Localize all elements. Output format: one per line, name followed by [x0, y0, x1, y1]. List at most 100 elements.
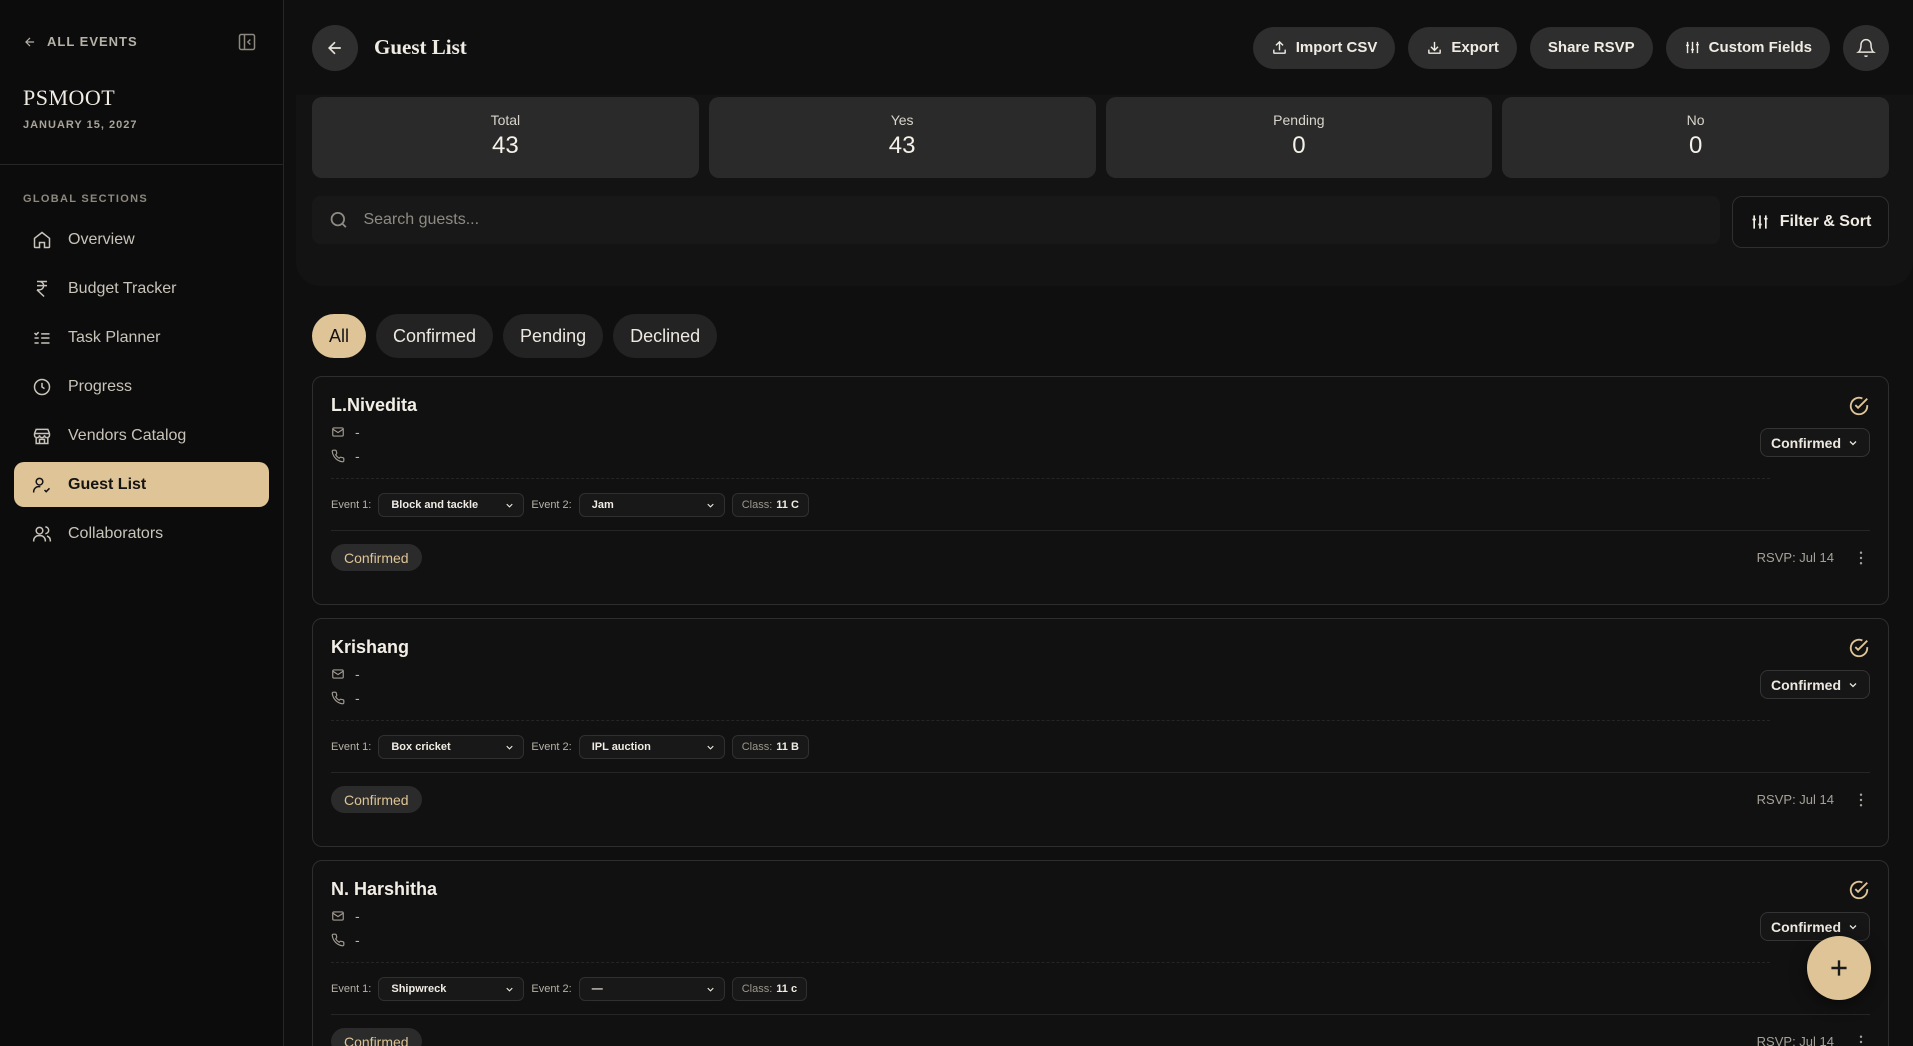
guest-phone: - — [331, 932, 1870, 948]
status-dropdown[interactable]: Confirmed — [1760, 670, 1870, 699]
divider — [331, 1014, 1870, 1015]
notifications-button[interactable] — [1843, 24, 1889, 71]
sidebar-item-label: Guest List — [68, 475, 147, 493]
filter-sort-button[interactable]: Filter & Sort — [1732, 196, 1889, 248]
all-events-label: ALL EVENTS — [47, 34, 138, 49]
class-value: 11 B — [776, 741, 799, 753]
mail-icon — [332, 911, 344, 921]
search-box — [312, 196, 1720, 244]
arrow-left-icon — [25, 37, 35, 46]
back-button[interactable] — [312, 24, 358, 71]
event2-select[interactable]: IPL auction — [578, 735, 725, 759]
tab-declined[interactable]: Declined — [613, 314, 718, 358]
tab-pending[interactable]: Pending — [503, 314, 604, 358]
rsvp-date: RSVP: Jul 14 — [1756, 1034, 1834, 1046]
class-pill: Class: 11 c — [731, 977, 808, 1001]
event1-label: Event 1: — [331, 983, 372, 995]
all-events-link[interactable]: ALL EVENTS — [23, 34, 260, 49]
event2-select[interactable]: Jam — [578, 493, 725, 517]
divider — [331, 962, 1770, 963]
status-tabs: All Confirmed Pending Declined — [312, 314, 1889, 358]
sidebar-nav: Overview Budget Tracker Task Planner Pro… — [0, 217, 283, 556]
event2-value: IPL auction — [591, 741, 651, 753]
search-input[interactable] — [363, 211, 1720, 229]
sidebar-item-label: Task Planner — [68, 328, 161, 346]
sidebar-item-collaborators[interactable]: Collaborators — [14, 511, 269, 556]
guest-phone: - — [331, 448, 1870, 464]
filter-sort-label: Filter & Sort — [1779, 213, 1872, 230]
users-icon — [32, 525, 52, 541]
event-date: JANUARY 15, 2027 — [23, 119, 138, 131]
status-dropdown[interactable]: Confirmed — [1760, 428, 1870, 457]
class-label: Class: — [741, 499, 773, 511]
stat-label: Total — [490, 112, 521, 128]
home-icon — [33, 231, 51, 248]
more-vertical-icon[interactable] — [1852, 791, 1870, 809]
clock-icon — [33, 378, 51, 395]
sidebar-item-vendors-catalog[interactable]: Vendors Catalog — [14, 413, 269, 458]
email-value: - — [355, 908, 360, 924]
tab-confirmed[interactable]: Confirmed — [376, 314, 494, 358]
class-value: 11 c — [776, 983, 798, 995]
import-csv-button[interactable]: Import CSV — [1252, 26, 1396, 69]
search-row: Filter & Sort — [312, 196, 1889, 248]
card-footer: Confirmed RSVP: Jul 14 — [331, 1028, 1870, 1046]
email-value: - — [355, 666, 360, 682]
chevron-down-icon — [506, 503, 514, 508]
guest-card: Krishang - - Confirmed Event 1: Box cric… — [312, 618, 1889, 847]
share-rsvp-label: Share RSVP — [1547, 39, 1635, 56]
sliders-icon — [1752, 215, 1768, 229]
status-badge: Confirmed — [331, 544, 422, 571]
check-circle-icon — [1849, 880, 1869, 900]
guest-name: N. Harshitha — [331, 879, 438, 899]
status-badge: Confirmed — [331, 1028, 422, 1046]
share-rsvp-button[interactable]: Share RSVP — [1529, 26, 1653, 69]
page-header: Guest List Import CSV Export Share RSVP … — [312, 0, 1889, 95]
chevron-down-icon — [1849, 682, 1857, 687]
sidebar-item-guest-list[interactable]: Guest List — [14, 462, 269, 507]
chevron-down-icon — [506, 745, 514, 750]
status-dropdown[interactable]: Confirmed — [1760, 912, 1870, 941]
stat-pending: Pending 0 — [1105, 97, 1493, 178]
event1-select[interactable]: Shipwreck — [378, 977, 525, 1001]
more-vertical-icon[interactable] — [1852, 549, 1870, 567]
stat-label: No — [1686, 112, 1705, 128]
chevron-down-icon — [707, 503, 714, 508]
event2-label: Event 2: — [531, 983, 572, 995]
store-icon — [33, 428, 51, 444]
event1-value: Shipwreck — [391, 983, 447, 995]
section-title: GLOBAL SECTIONS — [23, 193, 149, 205]
add-guest-button[interactable] — [1807, 936, 1871, 1000]
sidebar-item-task-planner[interactable]: Task Planner — [14, 315, 269, 360]
class-pill: Class: 11 C — [731, 493, 809, 517]
divider — [331, 478, 1770, 479]
sidebar-item-overview[interactable]: Overview — [14, 217, 269, 262]
events-row: Event 1: Shipwreck Event 2: — Class: 11 … — [331, 977, 1870, 1001]
main-content: Guest List Import CSV Export Share RSVP … — [284, 0, 1913, 1046]
event1-select[interactable]: Block and tackle — [378, 493, 525, 517]
event2-value: — — [591, 983, 603, 995]
guest-email: - — [331, 666, 1870, 682]
download-icon — [1428, 41, 1442, 54]
custom-fields-button[interactable]: Custom Fields — [1665, 26, 1830, 69]
sidebar-header: ALL EVENTS PSMOOT JANUARY 15, 2027 — [0, 0, 283, 165]
sidebar-item-progress[interactable]: Progress — [14, 364, 269, 409]
export-button[interactable]: Export — [1408, 26, 1517, 69]
tab-all[interactable]: All — [312, 314, 367, 358]
event1-select[interactable]: Box cricket — [378, 735, 525, 759]
chevron-down-icon — [707, 745, 714, 750]
guest-name: Krishang — [331, 637, 410, 657]
event2-select[interactable]: — — [578, 977, 725, 1001]
bell-icon — [1856, 38, 1876, 57]
events-row: Event 1: Block and tackle Event 2: Jam C… — [331, 493, 1870, 517]
chevron-down-icon — [707, 987, 714, 992]
collapse-sidebar-icon[interactable] — [237, 32, 257, 52]
sidebar-item-label: Collaborators — [68, 524, 164, 542]
phone-value: - — [355, 448, 360, 464]
status-value: Confirmed — [1771, 434, 1841, 451]
status-value: Confirmed — [1771, 918, 1841, 935]
plus-icon — [1831, 960, 1847, 976]
sidebar-item-budget-tracker[interactable]: Budget Tracker — [14, 266, 269, 311]
export-label: Export — [1451, 39, 1499, 56]
more-vertical-icon[interactable] — [1852, 1033, 1870, 1046]
